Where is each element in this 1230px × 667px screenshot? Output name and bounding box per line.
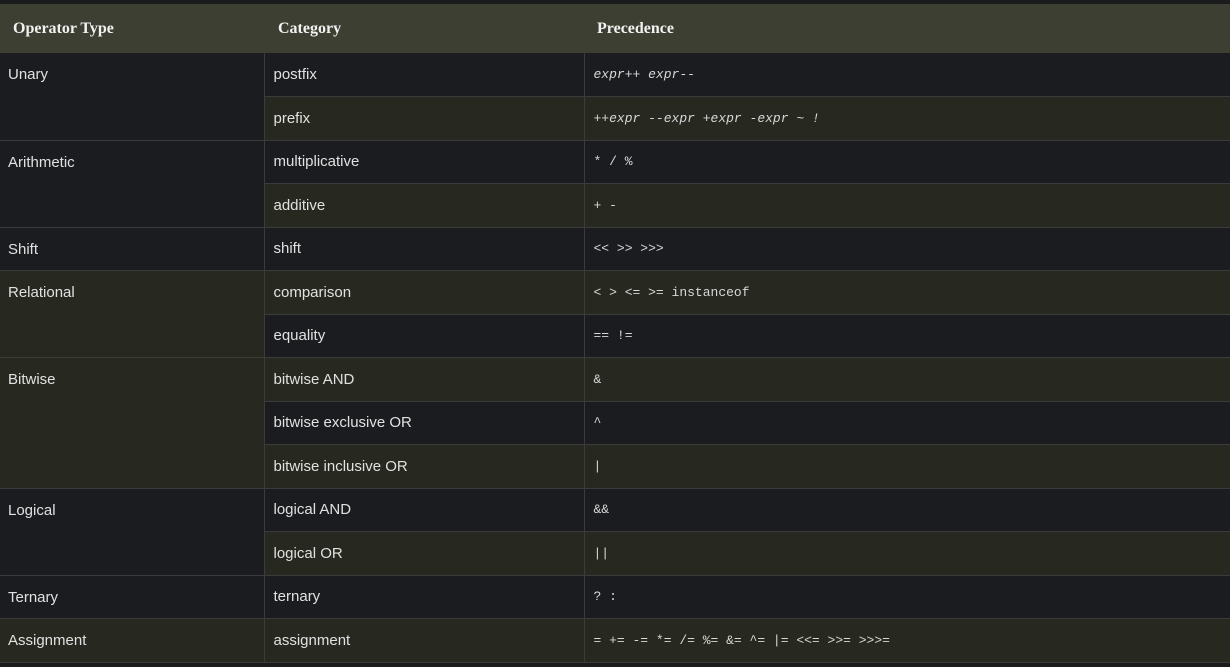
- category-cell: assignment: [264, 618, 585, 663]
- precedence-cell: == !=: [584, 314, 1230, 358]
- operator-type-cell: Arithmetic: [0, 140, 265, 228]
- category-cell: postfix: [264, 53, 585, 97]
- table-header: Operator Type Category Precedence: [0, 4, 1230, 53]
- table-row: Assignment assignment = += -= *= /= %= &…: [0, 618, 1230, 663]
- operator-type-cell: Logical: [0, 488, 265, 576]
- precedence-cell: << >> >>>: [584, 227, 1230, 271]
- category-cell: bitwise exclusive OR: [264, 401, 585, 445]
- category-cell: multiplicative: [264, 140, 585, 184]
- category-cell: logical AND: [264, 488, 585, 532]
- operator-type-cell: Unary: [0, 53, 265, 141]
- precedence-cell: ||: [584, 531, 1230, 576]
- precedence-cell: expr++ expr--: [584, 53, 1230, 97]
- category-cell: ternary: [264, 575, 585, 619]
- precedence-cell: ++expr --expr +expr -expr ~ !: [584, 96, 1230, 141]
- header-row: Operator Type Category Precedence: [0, 4, 1230, 53]
- table-row: Arithmetic multiplicative * / %: [0, 140, 1230, 228]
- category-cell: comparison: [264, 270, 585, 315]
- table-body: Unary postfix expr++ expr-- prefix ++exp…: [0, 53, 1230, 663]
- category-cell: logical OR: [264, 531, 585, 576]
- header-precedence: Precedence: [597, 19, 674, 37]
- operator-precedence-table: Operator Type Category Precedence Unary …: [0, 4, 1230, 663]
- operator-type-cell: Relational: [0, 270, 265, 358]
- operator-type-cell: Shift: [0, 227, 265, 271]
- table-row: Ternary ternary ? :: [0, 575, 1230, 619]
- category-cell: equality: [264, 314, 585, 358]
- table-row: Logical logical AND &&: [0, 488, 1230, 576]
- header-category: Category: [278, 19, 342, 37]
- category-cell: prefix: [264, 96, 585, 141]
- precedence-cell: + -: [584, 183, 1230, 228]
- category-cell: bitwise inclusive OR: [264, 444, 585, 489]
- operator-type-cell: Ternary: [0, 575, 265, 619]
- precedence-cell: &&: [584, 488, 1230, 532]
- table-row: Shift shift << >> >>>: [0, 227, 1230, 271]
- precedence-cell: |: [584, 444, 1230, 489]
- precedence-cell: = += -= *= /= %= &= ^= |= <<= >>= >>>=: [584, 618, 1230, 663]
- table-row: Bitwise bitwise AND &: [0, 357, 1230, 489]
- category-cell: additive: [264, 183, 585, 228]
- precedence-cell: < > <= >= instanceof: [584, 270, 1230, 315]
- category-cell: shift: [264, 227, 585, 271]
- table-row: Unary postfix expr++ expr--: [0, 53, 1230, 141]
- precedence-cell: * / %: [584, 140, 1230, 184]
- operator-type-cell: Assignment: [0, 618, 265, 663]
- precedence-text: ++expr --expr +expr -expr ~ !: [593, 110, 820, 126]
- operator-type-cell: Bitwise: [0, 357, 265, 489]
- category-cell: bitwise AND: [264, 357, 585, 402]
- table-row: Relational comparison < > <= >= instance…: [0, 270, 1230, 358]
- precedence-cell: ^: [584, 401, 1230, 445]
- precedence-text: expr++ expr--: [593, 67, 695, 82]
- header-operator-type: Operator Type: [13, 19, 114, 37]
- precedence-cell: ? :: [584, 575, 1230, 619]
- precedence-cell: &: [584, 357, 1230, 402]
